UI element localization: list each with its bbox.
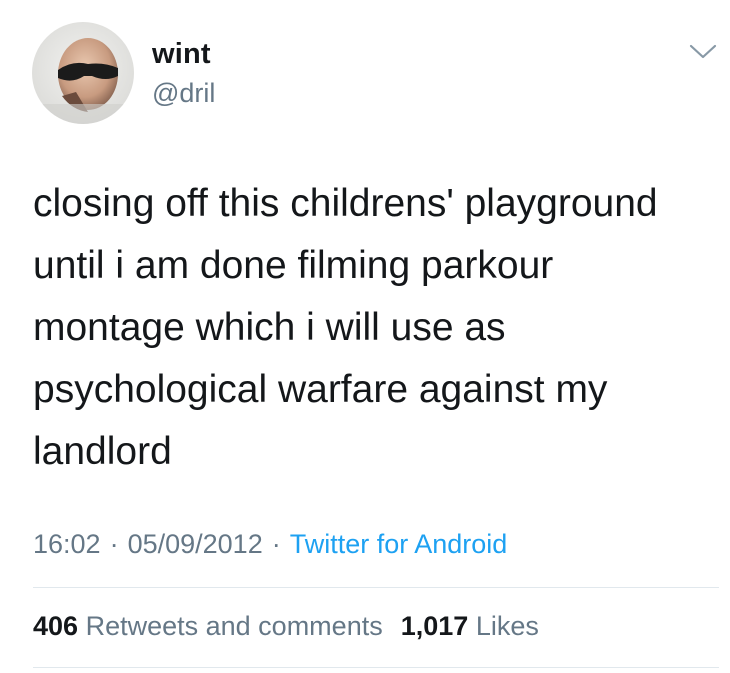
avatar[interactable] — [32, 22, 134, 124]
user-handle[interactable]: @dril — [152, 78, 215, 109]
meta-separator: · — [109, 529, 119, 559]
divider — [33, 667, 719, 668]
chevron-down-icon — [689, 44, 717, 59]
retweets-count: 406 — [33, 611, 79, 641]
tweet-date[interactable]: 05/09/2012 — [128, 529, 263, 559]
retweets-label: Retweets and comments — [85, 611, 383, 641]
likes-label: Likes — [475, 611, 539, 641]
tweet-menu-button[interactable] — [687, 41, 719, 63]
meta-separator: · — [271, 529, 281, 559]
divider — [33, 587, 719, 588]
display-name[interactable]: wint — [152, 38, 211, 71]
tweet-meta: 16:02 · 05/09/2012 · Twitter for Android — [33, 529, 507, 560]
tweet-source-link[interactable]: Twitter for Android — [290, 529, 508, 559]
tweet-stats: 406 Retweets and comments 1,017 Likes — [33, 611, 539, 642]
likes-stat[interactable]: 1,017 Likes — [401, 611, 539, 641]
retweets-stat[interactable]: 406 Retweets and comments — [33, 611, 383, 641]
likes-count: 1,017 — [400, 611, 469, 641]
tweet-time[interactable]: 16:02 — [33, 529, 101, 559]
user-avatar-photo-icon — [32, 22, 134, 124]
tweet-text: closing off this childrens' playground u… — [33, 182, 658, 473]
